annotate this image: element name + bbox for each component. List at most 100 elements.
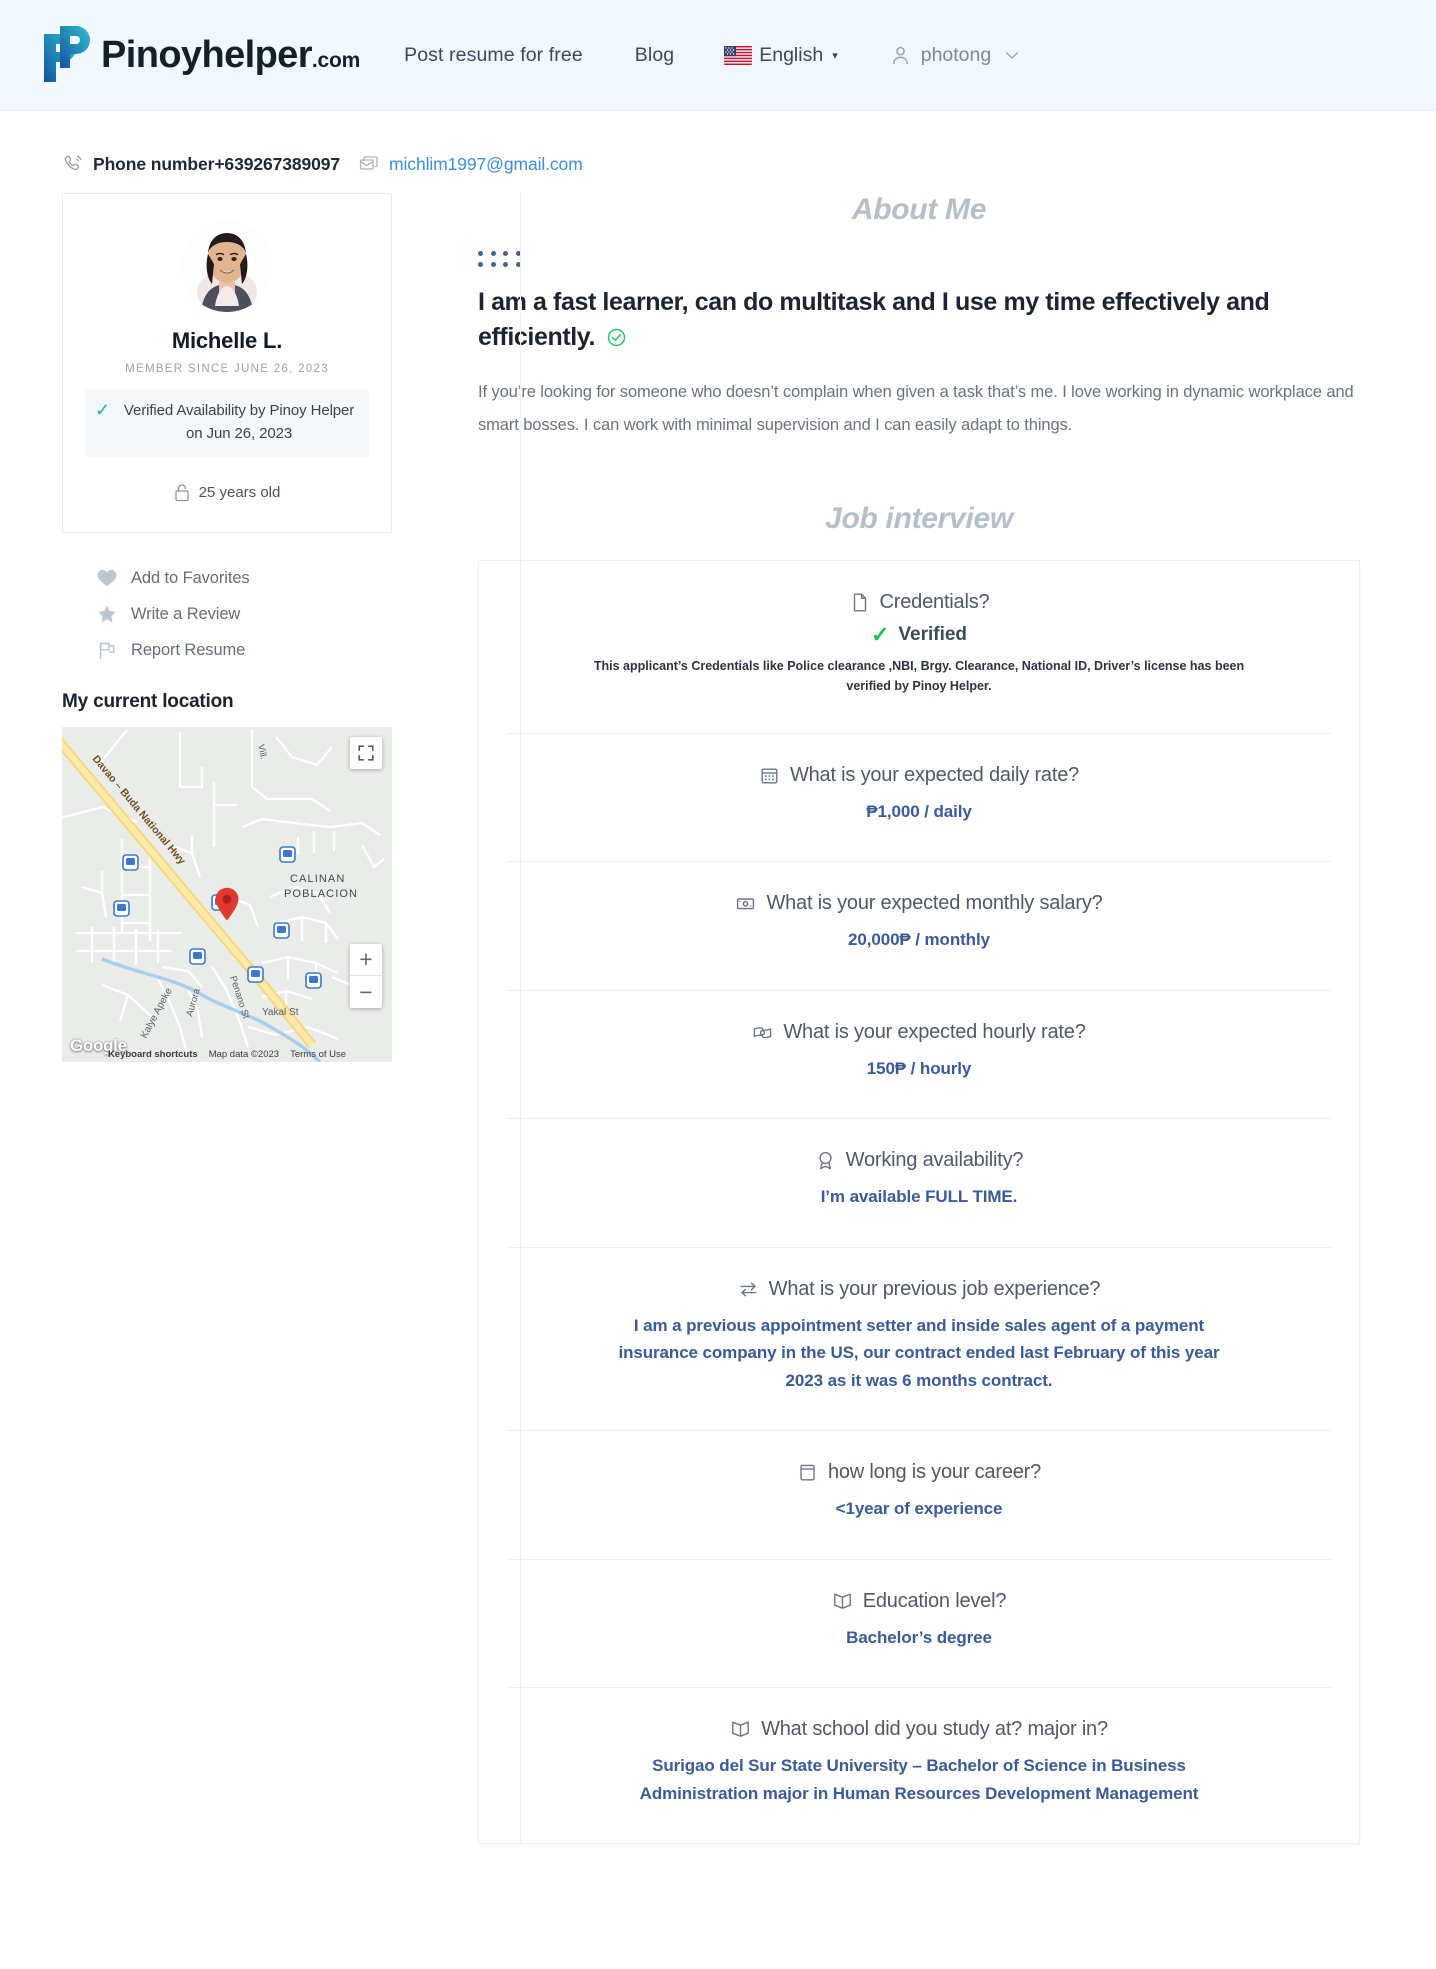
right-column: About Me I am a fast learner, can do mul… (420, 193, 1436, 1845)
qa-question: Education level? (507, 1590, 1331, 1613)
qa-question: What is your expected daily rate? (507, 764, 1331, 787)
qa-question: What is your expected hourly rate? (507, 1021, 1331, 1044)
logo-wordmark: Pinoyhelper.com (101, 36, 360, 74)
logo-dotcom: .com (311, 49, 361, 72)
qa-question-text: What is your expected monthly salary? (766, 892, 1103, 915)
email-contact[interactable]: michlim1997@gmail.com (358, 153, 583, 175)
qa-question: What school did you study at? major in? (507, 1718, 1331, 1741)
write-a-review-label: Write a Review (131, 604, 241, 623)
email-icon (359, 156, 378, 170)
nav-blog[interactable]: Blog (635, 38, 674, 73)
qa-answer: ₱1,000 / daily (866, 801, 972, 821)
phone-icon (64, 155, 82, 171)
qa-block-monthly-salary: What is your expected monthly salary? 20… (507, 861, 1331, 990)
age-row: 25 years old (85, 483, 369, 502)
check-icon: ✓ (95, 400, 111, 420)
site-header: Pinoyhelper.com Post resume for free Blo… (0, 0, 1436, 111)
chevron-down-icon (1006, 51, 1019, 59)
job-interview-title: Job interview (825, 502, 1013, 535)
heart-icon (97, 569, 117, 587)
map-terms-of-use[interactable]: Terms of Use (290, 1049, 346, 1060)
map-fullscreen-button[interactable] (350, 737, 382, 769)
map-title: My current location (62, 691, 234, 712)
transfer-icon (739, 1282, 757, 1297)
add-to-favorites-label: Add to Favorites (131, 568, 250, 587)
qa-question: Credentials? (507, 591, 1331, 614)
language-label: English (759, 43, 824, 66)
about-body: If you’re looking for someone who doesn’… (478, 383, 1354, 434)
job-interview-card: Credentials? ✓ Verified This applicant’s… (478, 560, 1360, 1845)
user-icon (892, 46, 908, 64)
map-zoom-controls[interactable]: + − (350, 944, 382, 1008)
map-zoom-in-button[interactable]: + (350, 944, 382, 976)
profile-name: Michelle L. (171, 328, 283, 353)
avatar-photo (181, 220, 273, 312)
map-keyboard-shortcuts[interactable]: Keyboard shortcuts (108, 1049, 198, 1060)
phone-number: Phone number+639267389097 (93, 153, 341, 174)
qa-question: how long is your career? (507, 1461, 1331, 1484)
chevron-down-icon: ▾ (832, 49, 838, 62)
book-icon (732, 1721, 749, 1738)
qa-question: What is your previous job experience? (507, 1278, 1331, 1301)
profile-actions: Add to Favorites Write a Review Report R… (62, 567, 420, 661)
language-selector[interactable]: English ▾ (724, 44, 838, 67)
svg-text:POBLACION: POBLACION (284, 888, 358, 900)
check-icon: ✓ (870, 622, 890, 647)
verified-availability-badge: ✓ Verified Availability by Pinoy Helper … (85, 389, 369, 457)
qa-answer: 150₱ / hourly (866, 1058, 972, 1078)
verified-check-circle-icon (607, 328, 625, 346)
qa-question: What is your expected monthly salary? (507, 892, 1331, 915)
member-since: MEMBER SINCE JUNE 26, 2023 (125, 363, 329, 375)
svg-text:CALINAN: CALINAN (290, 873, 345, 885)
document-icon (853, 593, 866, 612)
qa-block-daily-rate: What is your expected daily rate? ₱1,000… (507, 732, 1331, 862)
archive-icon (800, 1464, 815, 1481)
map-zoom-out-button[interactable]: − (350, 976, 382, 1008)
qa-block-credentials: Credentials? ✓ Verified This applicant’s… (507, 561, 1331, 733)
add-to-favorites[interactable]: Add to Favorites (96, 567, 420, 589)
email-address[interactable]: michlim1997@gmail.com (389, 154, 583, 175)
qa-question-text: What school did you study at? major in? (761, 1718, 1108, 1741)
logo-name: Pinoyhelper (101, 34, 313, 76)
map-pin-icon (215, 887, 239, 921)
award-icon (819, 1151, 832, 1170)
qa-question-text: Education level? (862, 1589, 1007, 1612)
qa-question-text: What is your expected hourly rate? (783, 1020, 1086, 1043)
column-divider (520, 193, 521, 1845)
qa-question-text: Credentials? (879, 591, 990, 613)
book-icon (833, 1593, 851, 1609)
about-headline: I am a fast learner, can do multitask an… (478, 285, 1360, 354)
report-resume[interactable]: Report Resume (96, 639, 420, 661)
credentials-verified-badge: ✓ Verified (507, 624, 1331, 646)
qa-question-text: how long is your career? (827, 1461, 1042, 1484)
qa-block-hourly-rate: What is your expected hourly rate? 150₱ … (507, 989, 1331, 1119)
location-map[interactable]: Davao – Buda National Hwy Aurora Vill. K… (62, 727, 392, 1062)
us-flag-icon (724, 45, 753, 65)
verified-availability-text: Verified Availability by Pinoy Helper on… (123, 402, 355, 442)
calendar-icon (761, 767, 778, 784)
qa-question-text: Working availability? (845, 1149, 1024, 1172)
banknote-icon (737, 898, 755, 910)
about-me-title: About Me (851, 193, 987, 226)
qa-block-working-availability: Working availability? I’m available FULL… (507, 1118, 1331, 1247)
qa-block-previous-job-experience: What is your previous job experience? I … (507, 1246, 1331, 1431)
report-resume-label: Report Resume (131, 640, 246, 659)
nav-post-resume[interactable]: Post resume for free (404, 38, 583, 73)
dots-decoration (478, 251, 522, 267)
qa-block-school-major: What school did you study at? major in? … (507, 1687, 1331, 1843)
phone-contact[interactable]: Phone number+639267389097 (62, 153, 340, 175)
user-name-label: photong (920, 43, 992, 66)
user-menu[interactable]: photong (890, 44, 1020, 67)
qa-block-education-level: Education level? Bachelor’s degree (507, 1558, 1331, 1688)
write-a-review[interactable]: Write a Review (96, 603, 420, 625)
svg-text:Yakal St: Yakal St (262, 1007, 299, 1018)
site-logo[interactable]: Pinoyhelper.com (40, 24, 360, 86)
map-credits: Keyboard shortcuts Map data ©2023 Terms … (62, 1049, 392, 1060)
page-main: Michelle L. MEMBER SINCE JUNE 26, 2023 ✓… (0, 175, 1436, 1845)
lock-icon (174, 484, 189, 502)
credentials-verified-label: Verified (898, 624, 968, 645)
credentials-note: This applicant’s Credentials like Police… (593, 659, 1245, 694)
contact-bar: Phone number+639267389097 michlim1997@gm… (0, 111, 1436, 175)
main-navigation: Post resume for free Blog English ▾ phot… (404, 38, 1019, 73)
about-headline-text: I am a fast learner, can do multitask an… (478, 288, 1270, 351)
